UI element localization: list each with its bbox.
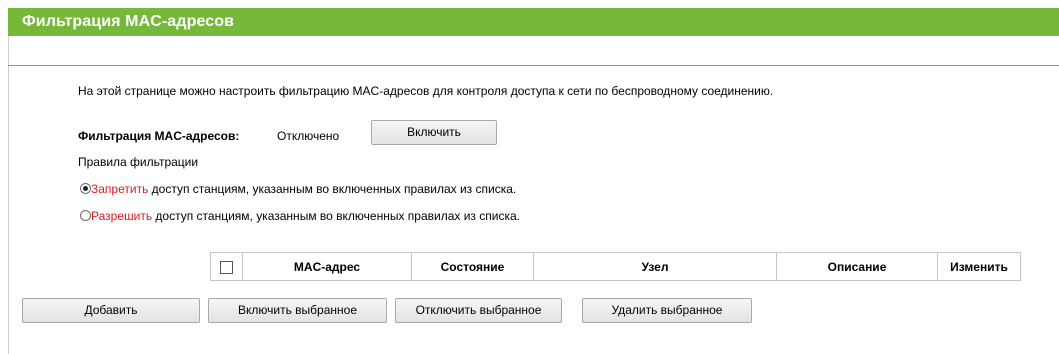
page-description: На этой странице можно настроить фильтра… [78, 84, 774, 98]
header-bar: Фильтрация MAC-адресов [8, 8, 1059, 36]
enable-filter-button[interactable]: Включить [371, 120, 497, 145]
col-status: Состояние [411, 252, 534, 281]
mac-filter-table: MAC-адрес Состояние Узел Описание Измени… [210, 252, 1021, 281]
table-header-row: MAC-адрес Состояние Узел Описание Измени… [210, 252, 1021, 281]
disable-selected-button[interactable]: Отключить выбранное [395, 298, 562, 323]
allow-radio[interactable] [80, 210, 91, 221]
select-all-cell [210, 252, 243, 281]
col-description: Описание [776, 252, 938, 281]
deny-keyword: Запретить [91, 182, 149, 196]
filter-status-value: Отключено [277, 129, 340, 143]
col-edit: Изменить [937, 252, 1021, 281]
col-host: Узел [533, 252, 777, 281]
allow-keyword: Разрешить [91, 209, 153, 223]
header-divider [8, 65, 1059, 66]
page-title: Фильтрация MAC-адресов [22, 13, 235, 30]
allow-rule-text: доступ станциям, указанным во включенных… [152, 209, 520, 223]
col-mac-address: MAC-адрес [242, 252, 412, 281]
deny-rule-text: доступ станциям, указанным во включенных… [148, 182, 517, 196]
filter-status-label: Фильтрация MAC-адресов: [78, 129, 240, 143]
select-all-checkbox[interactable] [220, 260, 233, 274]
allow-rule-option[interactable]: Разрешить доступ станциям, указанным во … [80, 208, 520, 224]
deny-radio[interactable] [80, 183, 91, 194]
deny-rule-option[interactable]: Запретить доступ станциям, указанным во … [80, 181, 516, 197]
add-button[interactable]: Добавить [22, 298, 200, 323]
enable-selected-button[interactable]: Включить выбранное [208, 298, 387, 323]
filter-rules-label: Правила фильтрации [78, 155, 199, 169]
delete-selected-button[interactable]: Удалить выбранное [582, 298, 752, 323]
